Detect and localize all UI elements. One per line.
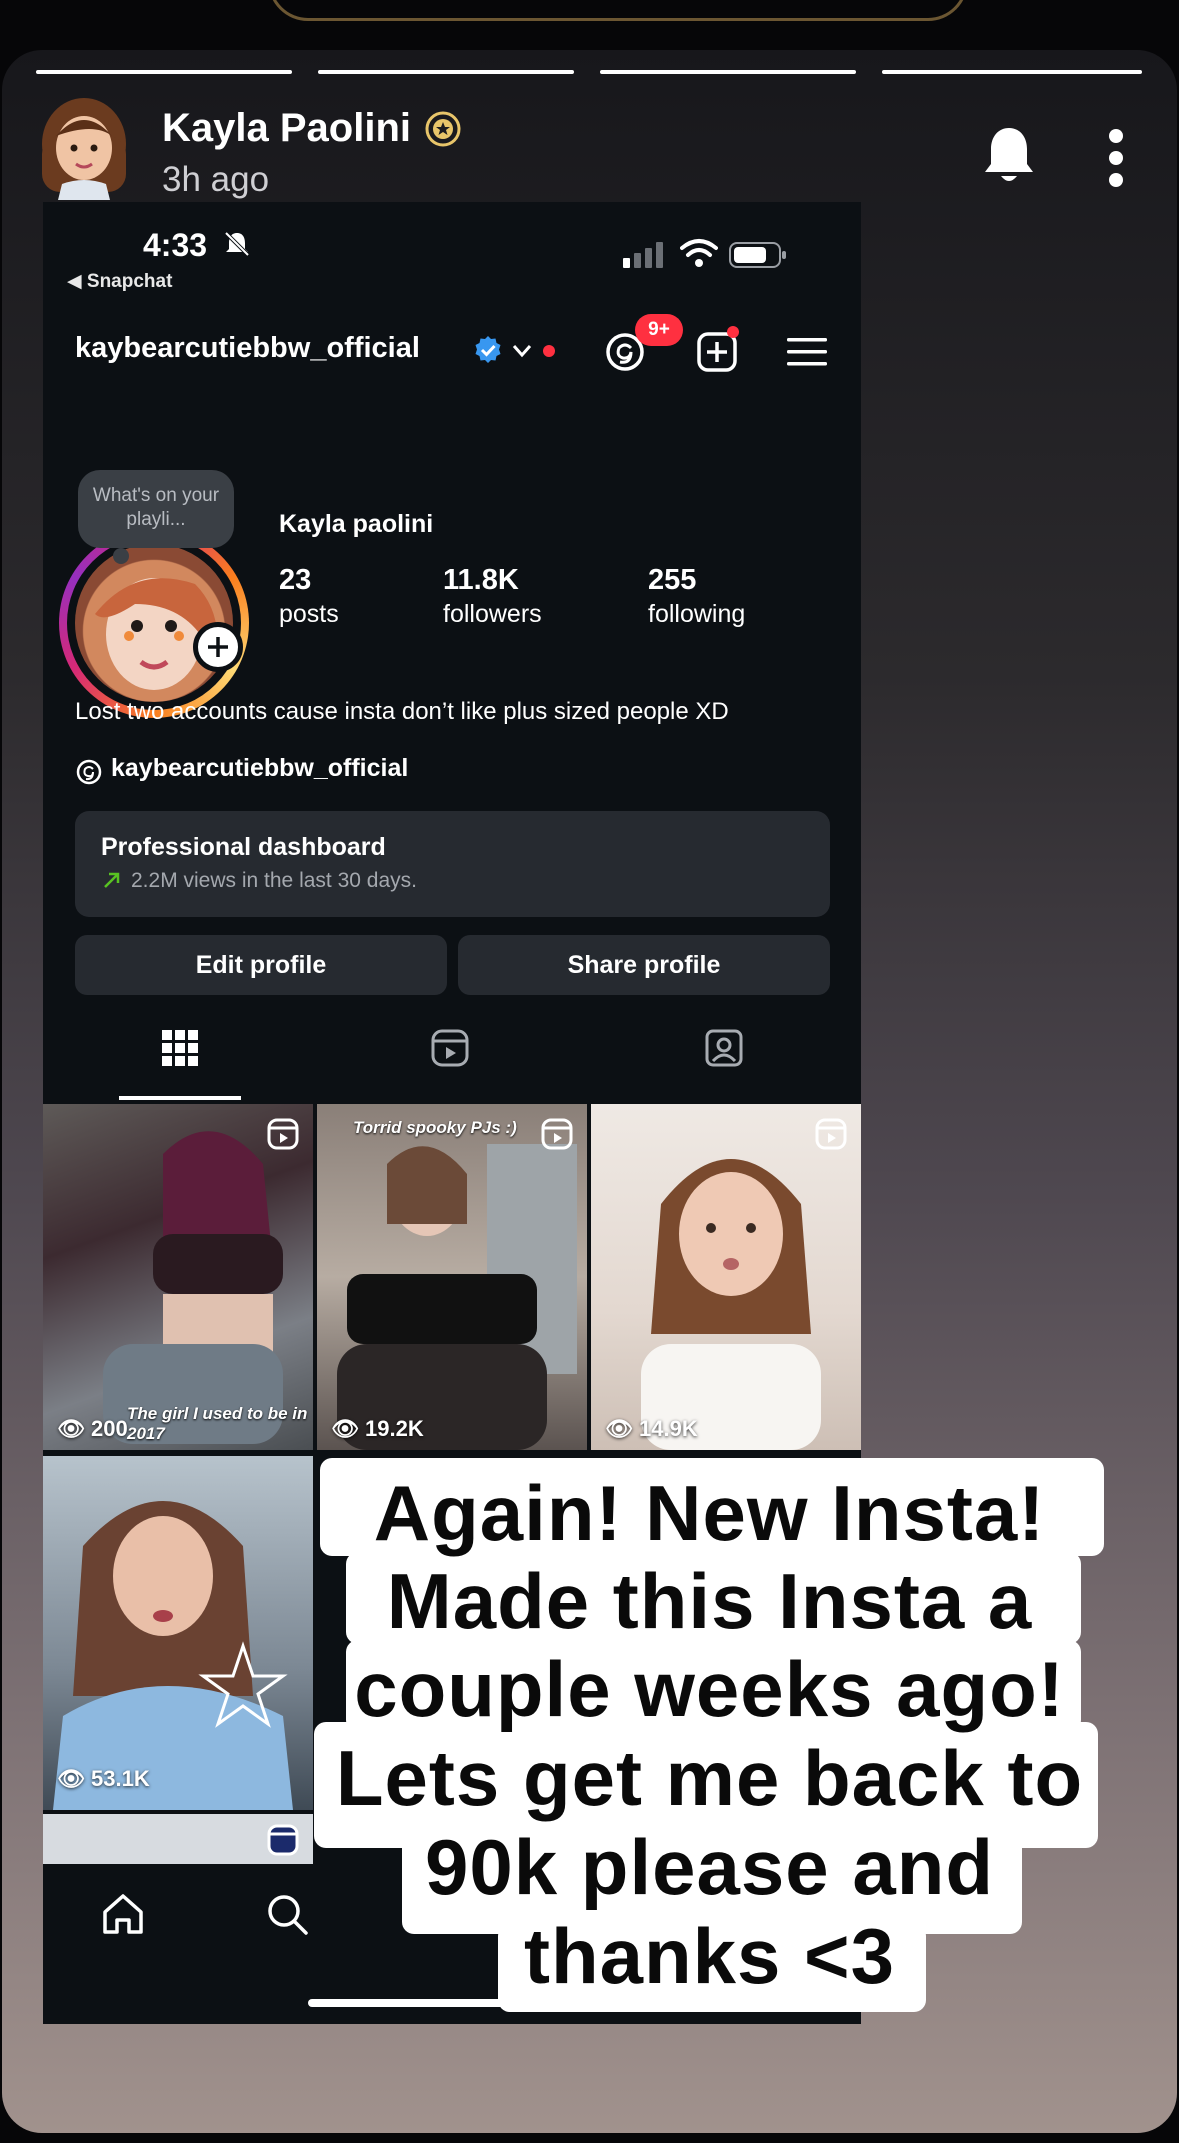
post-views-value: 19.2K (365, 1416, 424, 1441)
posts-label[interactable]: posts (279, 600, 339, 629)
story-timestamp: 3h ago (162, 160, 270, 199)
profile-note-bubble[interactable]: What's on your playli... (78, 470, 234, 548)
profile-note-tail (113, 548, 129, 564)
story-username[interactable]: Kayla Paolini (162, 106, 411, 151)
story-caption-line: 90k please and (425, 1823, 994, 1911)
bitmoji-avatar[interactable] (34, 96, 134, 200)
threads-profile-link[interactable]: kaybearcutiebbw_official (111, 754, 408, 783)
post-tile[interactable]: Torrid spooky PJs :) 👁︎ 19.2K (317, 1104, 587, 1450)
reel-icon (815, 1118, 847, 1150)
following-label[interactable]: following (648, 600, 745, 629)
back-to-snapchat[interactable]: ◀ Snapchat (67, 270, 172, 293)
device-notch (268, 0, 968, 21)
threads-link-icon (76, 759, 102, 785)
add-story-button[interactable] (193, 622, 243, 672)
post-tile[interactable]: The girl I used to be in 2017 👁︎ 200 (43, 1104, 313, 1450)
snap-star-badge-icon (425, 111, 461, 147)
trending-up-arrow-icon (104, 872, 120, 888)
story-caption-line: couple weeks ago! (354, 1645, 1065, 1733)
verified-badge-icon (475, 336, 501, 363)
battery-icon (729, 242, 786, 268)
story-caption-line: Lets get me back to (335, 1734, 1084, 1822)
tab-grid-icon[interactable] (160, 1028, 200, 1068)
account-alert-dot (543, 345, 555, 357)
share-profile-button[interactable]: Share profile (458, 935, 830, 995)
silent-bell-icon (224, 231, 250, 257)
post-view-count: 👁︎ 14.9K (605, 1416, 698, 1441)
post-caption: The girl I used to be in 2017 (127, 1404, 308, 1443)
story-progress-segment-1 (36, 70, 292, 74)
active-tab-indicator (119, 1096, 241, 1100)
more-options-icon[interactable] (1107, 128, 1125, 188)
story-caption-line: thanks <3 (523, 1912, 895, 2000)
profile-bio: Lost two accounts cause insta don’t like… (75, 698, 729, 725)
post-views-value: 14.9K (639, 1416, 698, 1441)
posts-count[interactable]: 23 (279, 564, 311, 597)
profile-handle[interactable]: kaybearcutiebbw_official (75, 332, 420, 365)
post-caption: Torrid spooky PJs :) (353, 1118, 517, 1137)
following-count[interactable]: 255 (648, 564, 696, 597)
followers-count[interactable]: 11.8K (443, 564, 519, 597)
reel-icon (267, 1118, 299, 1150)
story-progress-segment-3 (600, 70, 856, 74)
story-progress-segment-4 (882, 70, 1142, 74)
create-alert-dot (727, 326, 739, 338)
story-progress-segment-2 (318, 70, 574, 74)
post-view-count: 👁︎ 200 (57, 1416, 128, 1441)
wifi-icon (680, 239, 718, 267)
profile-display-name: Kayla paolini (279, 510, 434, 538)
reel-icon (541, 1118, 573, 1150)
post-thumbnail-1 (103, 1131, 283, 1444)
hamburger-menu-icon[interactable] (787, 336, 827, 368)
post-view-count: 👁︎ 19.2K (331, 1416, 424, 1441)
threads-notification-badge: 9+ (635, 314, 683, 346)
post-tile[interactable]: 👁︎ 14.9K (591, 1104, 861, 1450)
signal-icon (623, 242, 663, 268)
post-thumbnail-3 (641, 1159, 821, 1450)
followers-label[interactable]: followers (443, 600, 542, 629)
story-caption-line: Made this Insta a (386, 1557, 1033, 1645)
professional-dashboard-card[interactable]: Professional dashboard 2.2M views in the… (75, 811, 830, 917)
tab-tagged-icon[interactable] (704, 1028, 744, 1068)
status-time: 4:33 (143, 227, 208, 263)
dashboard-title: Professional dashboard (101, 833, 386, 861)
chevron-down-icon[interactable] (511, 342, 533, 360)
edit-profile-button[interactable]: Edit profile (75, 935, 447, 995)
plus-icon (208, 637, 228, 657)
dashboard-subtitle: 2.2M views in the last 30 days. (131, 869, 417, 892)
tab-reels-icon[interactable] (430, 1028, 470, 1068)
post-views-value: 200 (91, 1416, 128, 1441)
bell-icon[interactable] (980, 124, 1038, 186)
post-thumbnail-2 (337, 1144, 577, 1450)
story-caption-line: Again! New Insta! (373, 1469, 1046, 1557)
